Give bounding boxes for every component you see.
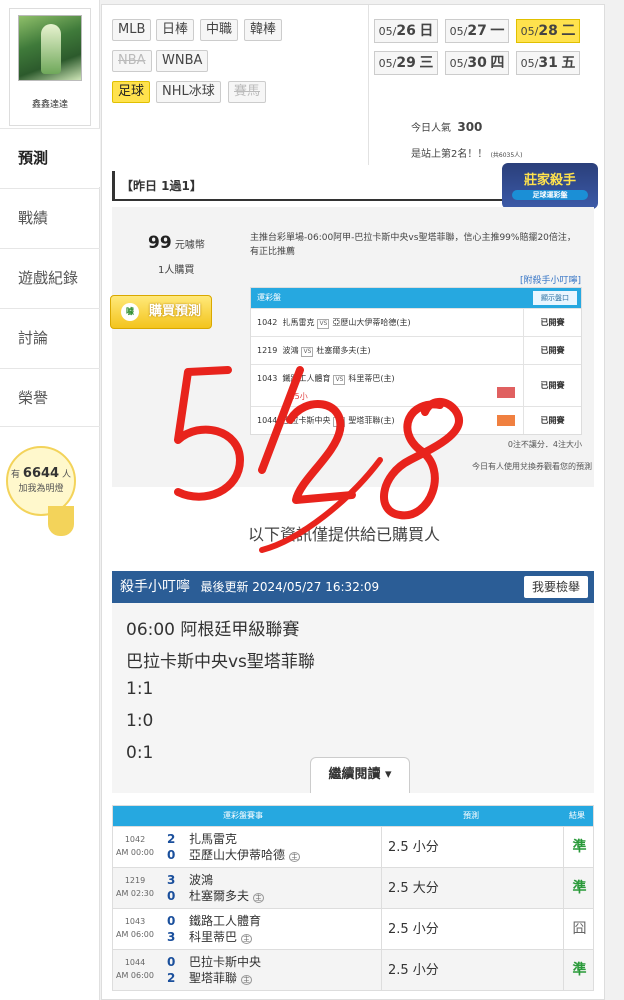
- tip-line: 1:1: [126, 679, 154, 699]
- sidebar-item-honors[interactable]: 榮譽: [0, 368, 100, 427]
- coin-icon: 噱: [121, 303, 139, 321]
- result-hit: 準: [563, 950, 595, 991]
- attached-tips-link[interactable]: [附殺手小叮嚀]: [520, 273, 581, 286]
- result-miss: 囧: [563, 909, 595, 950]
- date-0530[interactable]: 05/30 四: [445, 51, 509, 75]
- sidebar-item-discussion[interactable]: 討論: [0, 308, 100, 367]
- league-nhl[interactable]: NHL冰球: [156, 81, 221, 103]
- report-button[interactable]: 我要檢舉: [523, 576, 588, 598]
- league-wnba[interactable]: WNBA: [156, 50, 209, 72]
- read-more-button[interactable]: 繼續閱讀 ▾: [310, 757, 410, 793]
- table-row: 1043 鐵路工人體育 VS 科里蒂巴(主) 2.5小 已開賽: [251, 364, 581, 406]
- league-mlb[interactable]: MLB: [112, 19, 152, 41]
- rank: 是站上第2名！！ (共6035人): [411, 149, 523, 160]
- sidebar-item-predictions[interactable]: 預測: [0, 128, 100, 187]
- tip-line: 06:00 阿根廷甲級聯賽: [126, 620, 300, 640]
- fans-prefix: 有: [11, 470, 21, 480]
- table-row: 1219 波鴻 VS 杜塞爾多夫(主) 已開賽: [251, 336, 581, 364]
- username: 鑫鑫達達: [31, 100, 68, 110]
- prediction-description: 主推台彩單場-06:00阿甲-巴拉卡斯中央vs聖塔菲聯，信心主推99%賠擺20倍…: [250, 233, 576, 257]
- main-panel: MLB 日棒 中職 韓棒 NBA WNBA 足球 NHL冰球 賽馬 05/26 …: [101, 4, 605, 1000]
- avatar[interactable]: [18, 15, 82, 81]
- sidebar-item-record[interactable]: 戰績: [0, 188, 100, 247]
- divider: [368, 5, 369, 165]
- table-row: 1044 AM 06:00 02 巴拉卡斯中央 聖塔菲聯 主 2.5 小分 準: [113, 949, 595, 991]
- table-row: 1042 AM 00:00 20 扎馬雷克 亞歷山大伊蒂哈德 主 2.5 小分 準: [113, 826, 595, 868]
- tips-updated: 最後更新 2024/05/27 16:32:09: [200, 580, 380, 594]
- buyers-only-notice: 以下資訊僅提供給已購買人: [248, 525, 441, 544]
- show-odds-button[interactable]: 顯示盤口: [533, 291, 577, 305]
- prediction-card: 99 元噱幣 1人購買 噱 購買預測 主推台彩單場-06:00阿甲-巴拉卡斯中央…: [110, 207, 594, 487]
- buy-prediction-button[interactable]: 噱 購買預測: [110, 295, 212, 329]
- tip-line: 0:1: [126, 743, 154, 763]
- table-row: 1219 AM 02:30 30 波鴻 杜塞爾多夫 主 2.5 大分 準: [113, 867, 595, 909]
- result-hit: 準: [563, 827, 595, 868]
- league-horse-racing[interactable]: 賽馬: [228, 81, 267, 103]
- date-0527[interactable]: 05/27 一: [445, 19, 509, 43]
- league-cpbl[interactable]: 中職: [200, 19, 239, 41]
- date-0528[interactable]: 05/28 二: [516, 19, 580, 43]
- tip-line: 1:0: [126, 711, 154, 731]
- prediction-table: 運彩盤 顯示盤口 1042 扎馬雷克 VS 亞歷山大伊蒂哈德(主) 已開賽 1219…: [250, 287, 582, 435]
- prediction-table-header: 運彩盤 顯示盤口: [251, 288, 581, 308]
- tip-line: 巴拉卡斯中央vs聖塔菲聯: [126, 652, 315, 672]
- killer-tips-panel: 殺手小叮嚀 最後更新 2024/05/27 16:32:09 我要檢舉 06:0…: [112, 571, 594, 793]
- fans-suffix: 人: [61, 470, 71, 480]
- tag-icon: [497, 415, 515, 426]
- badge-sub: 足球運彩盤: [512, 190, 588, 200]
- tips-title: 殺手小叮嚀: [120, 579, 190, 595]
- dealer-killer-badge: 莊家殺手 足球運彩盤: [502, 163, 598, 209]
- tag-icon: [497, 387, 515, 398]
- voucher-note: 今日有人使用兌換券觀看您的預測: [472, 462, 592, 471]
- league-soccer[interactable]: 足球: [112, 81, 151, 103]
- bet-count-note: 0注不讓分．4注大小: [507, 440, 582, 449]
- sidebar: 鑫鑫達達 預測 戰績 遊戲紀錄 討論 榮譽 有 6644 人 加我為明燈: [0, 0, 100, 1000]
- date-0529[interactable]: 05/29 三: [374, 51, 438, 75]
- chevron-down-icon: ▾: [385, 767, 392, 782]
- price: 99 元噱幣: [148, 233, 205, 253]
- profile-card[interactable]: 鑫鑫達達: [9, 8, 91, 126]
- league-kbo[interactable]: 韓棒: [244, 19, 283, 41]
- table-row: 1042 扎馬雷克 VS 亞歷山大伊蒂哈德(主) 已開賽: [251, 308, 581, 336]
- results-table: 運彩盤賽事 預測 結果 1042 AM 00:00 20 扎馬雷克 亞歷山大伊蒂哈德…: [112, 805, 594, 991]
- league-npb[interactable]: 日棒: [156, 19, 195, 41]
- results-header: 運彩盤賽事 預測 結果: [113, 806, 593, 826]
- table-row: 1044 巴拉卡斯中央 VS 聖塔菲聯(主) 已開賽: [251, 406, 581, 434]
- buyers-count: 1人購買: [158, 265, 195, 276]
- fans-count: 6644: [22, 466, 60, 481]
- lightbulb-icon: [48, 506, 74, 536]
- tips-header: 殺手小叮嚀 最後更新 2024/05/27 16:32:09 我要檢舉: [112, 571, 594, 603]
- league-nba[interactable]: NBA: [112, 50, 152, 72]
- popularity: 今日人氣 300: [411, 120, 483, 134]
- follow-cta: 加我為明燈: [18, 484, 64, 494]
- result-hit: 準: [563, 868, 595, 909]
- date-0531[interactable]: 05/31 五: [516, 51, 580, 75]
- badge-title: 莊家殺手: [523, 173, 576, 188]
- date-0526[interactable]: 05/26 日: [374, 19, 438, 43]
- table-row: 1043 AM 06:00 03 鐵路工人體育 科里蒂巴 主 2.5 小分 囧: [113, 908, 595, 950]
- sidebar-item-game-log[interactable]: 遊戲紀錄: [0, 248, 100, 307]
